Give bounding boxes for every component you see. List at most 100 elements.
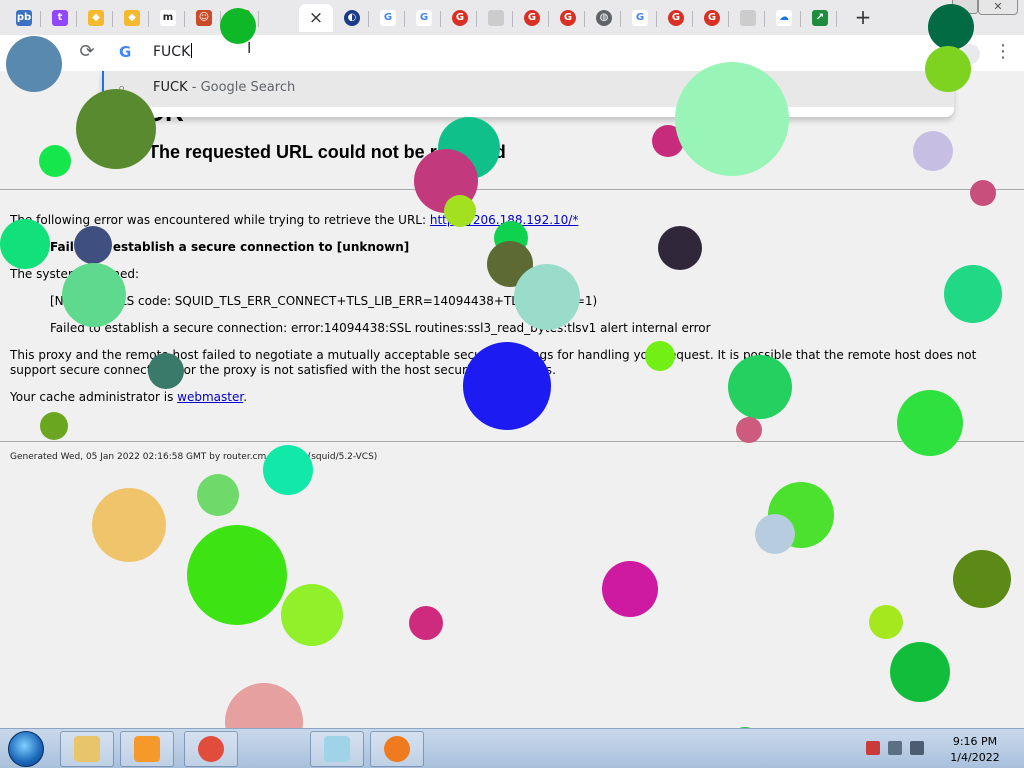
tab-separator <box>404 11 405 27</box>
browser-tab[interactable] <box>731 4 765 32</box>
browser-menu-button[interactable]: ⋮ <box>994 42 1012 64</box>
tab-separator <box>728 11 729 27</box>
tab-separator <box>220 11 221 27</box>
profile-icon[interactable] <box>960 44 980 64</box>
browser-tab[interactable]: G <box>659 4 693 32</box>
tab-separator <box>258 11 259 27</box>
binance-icon: ◆ <box>124 10 140 26</box>
tab-separator <box>440 11 441 27</box>
taskbar-button[interactable] <box>60 731 114 767</box>
tab-separator <box>148 11 149 27</box>
new-tab-button[interactable]: + <box>852 7 874 29</box>
tab-separator <box>692 11 693 27</box>
cache-admin-prefix: Your cache administrator is <box>10 390 178 404</box>
footer-text: Generated Wed, 05 Jan 2022 02:16:58 GMT … <box>10 452 378 462</box>
network-icon[interactable] <box>888 741 902 755</box>
windows-taskbar: 9:16 PM 1/4/2022 <box>0 728 1024 768</box>
tab-separator <box>548 11 549 27</box>
blank-icon <box>740 10 756 26</box>
blank-icon <box>488 10 504 26</box>
taskbar-button[interactable] <box>120 731 174 767</box>
browser-tab[interactable]: ◆ <box>79 4 113 32</box>
suggestion-query: FUCK <box>153 80 188 95</box>
browser-tab[interactable]: pb <box>7 4 41 32</box>
suggestion-suffix: - Google Search <box>187 80 296 95</box>
media-player-icon <box>134 736 160 762</box>
browser-tab[interactable]: × <box>299 4 333 32</box>
address-bar[interactable]: G FUCK <box>102 35 954 71</box>
browser-tab[interactable] <box>479 4 513 32</box>
tab-separator <box>76 11 77 27</box>
browser-tab[interactable]: ☺ <box>187 4 221 32</box>
clock-time: 9:16 PM <box>952 735 998 748</box>
browser-tab[interactable]: G <box>443 4 477 32</box>
taskbar-button[interactable] <box>310 731 364 767</box>
start-button[interactable] <box>8 731 44 767</box>
browser-tab[interactable]: ◐ <box>335 4 369 32</box>
taskbar-button[interactable] <box>184 731 238 767</box>
tab-separator <box>620 11 621 27</box>
browser-tab[interactable]: m <box>151 4 185 32</box>
extension-icon: ↗ <box>812 10 828 26</box>
browser-tab[interactable]: ◍ <box>587 4 621 32</box>
tab-strip: pb t ◆ ◆ m ☺ M × ◐ G G G G G ◍ G G G ☁ ↗ + ✕ <box>0 0 1024 35</box>
browser-tab[interactable]: G <box>515 4 549 32</box>
webmaster-link[interactable]: webmaster <box>177 390 243 404</box>
address-input[interactable]: FUCK <box>153 42 192 62</box>
reload-button[interactable]: ⟳ <box>76 41 98 63</box>
character-icon: ☺ <box>196 10 212 26</box>
tab-separator <box>40 11 41 27</box>
clock[interactable]: 9:16 PM 1/4/2022 <box>940 734 1010 766</box>
window-close-button[interactable]: ✕ <box>978 0 1018 15</box>
google-icon: G <box>119 43 132 61</box>
suggestion-row[interactable]: ⌕ FUCK - Google Search <box>102 71 954 107</box>
cloud-icon: ☁ <box>776 10 792 26</box>
omnibox-suggestions: ⌕ FUCK - Google Search <box>102 71 954 117</box>
mastodon-icon: m <box>160 10 176 26</box>
google-icon: G <box>380 10 396 26</box>
suggestion-text: FUCK - Google Search <box>153 80 295 95</box>
browser-tab[interactable]: ☁ <box>767 4 801 32</box>
taskbar-button[interactable] <box>370 731 424 767</box>
browser-tab[interactable]: M <box>225 4 259 32</box>
firefox-icon <box>384 736 410 762</box>
window-restore-button[interactable] <box>952 0 978 14</box>
red-g-icon: G <box>452 10 468 26</box>
binance-icon: ◆ <box>88 10 104 26</box>
pb-icon: pb <box>16 10 32 26</box>
clock-date: 1/4/2022 <box>950 751 1000 764</box>
focus-indicator <box>102 71 104 95</box>
browser-tab[interactable]: G <box>623 4 657 32</box>
browser-tab[interactable]: ↗ <box>803 4 837 32</box>
error-url-prefix: The following error was encountered whil… <box>10 213 430 227</box>
failed-secure-connection: Failed to establish a secure connection … <box>50 240 410 254</box>
proxy-message-line2: support secure connections, or the proxy… <box>10 363 556 377</box>
red-g-icon: G <box>560 10 576 26</box>
error-url-link[interactable]: https://206.188.192.10/* <box>430 213 578 227</box>
error-url-line: The following error was encountered whil… <box>10 213 578 227</box>
tab-separator <box>112 11 113 27</box>
browser-toolbar: ⟳ G FUCK <box>0 35 1024 71</box>
close-icon[interactable]: × <box>309 9 323 27</box>
browser-tab[interactable]: G <box>371 4 405 32</box>
gmail-icon: M <box>234 10 250 26</box>
browser-tab[interactable]: G <box>695 4 729 32</box>
volume-icon[interactable] <box>910 741 924 755</box>
browser-tab[interactable]: G <box>551 4 585 32</box>
flag-icon[interactable] <box>866 741 880 755</box>
tls-code-line: [No Error] TLS code: SQUID_TLS_ERR_CONNE… <box>50 294 598 308</box>
browser-tab[interactable]: ◆ <box>115 4 149 32</box>
tab-separator <box>368 11 369 27</box>
browser-tab[interactable]: G <box>407 4 441 32</box>
tab-separator <box>800 11 801 27</box>
tab-separator <box>656 11 657 27</box>
chrome-icon <box>198 736 224 762</box>
cloudflare-icon: ◐ <box>344 10 360 26</box>
globe-icon: ◍ <box>596 10 612 26</box>
divider <box>0 189 1024 190</box>
system-returned-label: The system returned: <box>10 267 140 281</box>
red-g-icon: G <box>668 10 684 26</box>
notepad-icon <box>324 736 350 762</box>
error-subtitle: The requested URL could not be retrieved <box>148 142 506 162</box>
browser-tab[interactable]: t <box>43 4 77 32</box>
